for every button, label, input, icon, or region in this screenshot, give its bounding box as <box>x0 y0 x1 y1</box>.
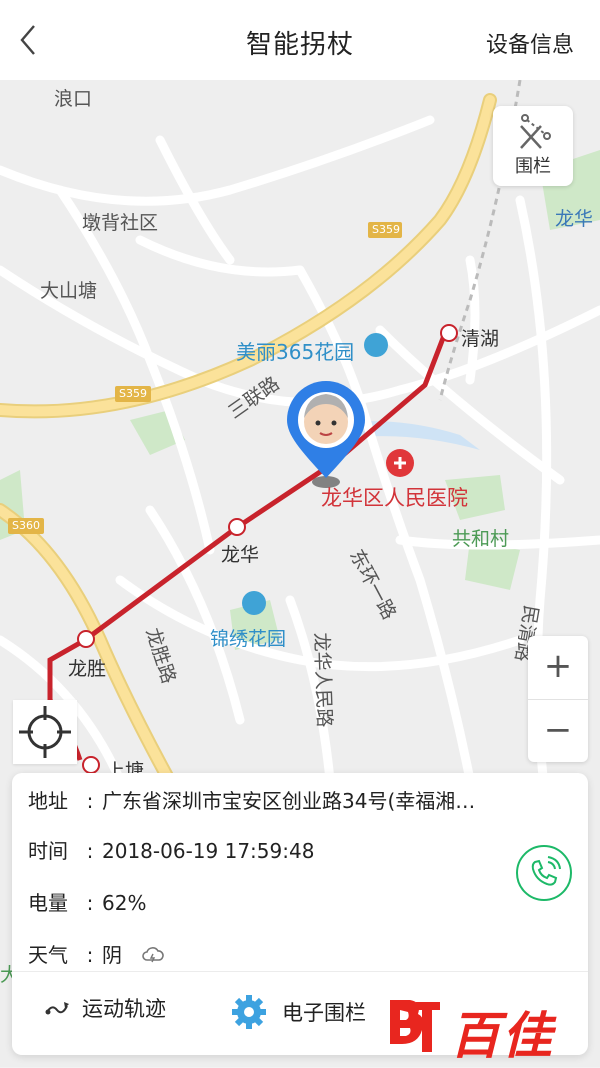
map-label: 美丽365花园 <box>236 340 355 364</box>
highway-shield: S359 <box>372 223 400 236</box>
e-fence-label: 电子围栏 <box>282 1001 366 1025</box>
map-label: 共和村 <box>452 528 510 550</box>
map-label: 龙华人民路 <box>310 632 336 728</box>
top-bar: 智能拐杖 设备信息 <box>0 0 600 80</box>
brand-text: 百佳 <box>450 1007 554 1065</box>
time-value: 2018-06-19 17:59:48 <box>102 839 315 863</box>
phone-icon <box>531 856 561 886</box>
colon: : <box>86 943 94 967</box>
fence-icon <box>520 114 551 149</box>
track-label: 运动轨迹 <box>82 997 166 1021</box>
zoom-in-button[interactable]: + <box>528 636 588 700</box>
battery-row: 电量:62% <box>28 887 146 916</box>
fence-button[interactable]: 围栏 <box>493 106 573 186</box>
phone-call-button[interactable] <box>516 845 572 901</box>
address-value: 广东省深圳市宝安区创业路34号(幸福湘… <box>102 789 476 813</box>
gear-icon <box>232 995 266 1029</box>
highway-shield: S359 <box>119 387 147 400</box>
fence-label: 围栏 <box>515 156 551 177</box>
track-icon <box>45 1002 69 1015</box>
battery-value: 62% <box>102 891 147 915</box>
highway-shield: S360 <box>12 519 40 532</box>
battery-label: 电量 <box>28 891 68 915</box>
colon: : <box>86 891 94 915</box>
track-button[interactable]: 运动轨迹 <box>44 993 166 1023</box>
divider <box>12 971 588 972</box>
map-label: 浪口 <box>54 88 93 110</box>
brand-watermark: 百佳 <box>386 994 586 1065</box>
zoom-control: + − <box>528 636 588 762</box>
time-row: 时间:2018-06-19 17:59:48 <box>28 835 314 864</box>
map-label: 锦绣花园 <box>210 628 287 650</box>
map-label: 龙华 <box>221 544 260 566</box>
map-label: 大山塘 <box>40 280 98 302</box>
map-label: 清湖 <box>461 328 500 350</box>
weather-row: 天气: 阴 <box>28 939 165 968</box>
device-info-link[interactable]: 设备信息 <box>486 27 574 59</box>
zoom-out-button[interactable]: − <box>528 700 588 763</box>
map-label: 龙华 <box>555 208 594 230</box>
brand-logo-icon <box>390 1000 440 1052</box>
weather-label: 天气 <box>28 943 68 967</box>
address-row: 地址: 广东省深圳市宝安区创业路34号(幸福湘… <box>28 785 475 814</box>
colon: : <box>86 839 94 863</box>
locate-button[interactable] <box>13 700 77 764</box>
address-label: 地址 <box>28 789 68 813</box>
time-label: 时间 <box>28 839 68 863</box>
colon: : <box>86 789 94 813</box>
map-label: 墩背社区 <box>82 212 159 234</box>
crosshair-icon <box>19 706 71 758</box>
weather-value: 阴 <box>102 943 122 967</box>
map-label: 龙华区人民医院 <box>321 486 468 510</box>
map-label: 龙胜 <box>68 658 107 680</box>
cloud-icon <box>142 947 165 963</box>
e-fence-button[interactable]: 电子围栏 <box>230 993 366 1031</box>
